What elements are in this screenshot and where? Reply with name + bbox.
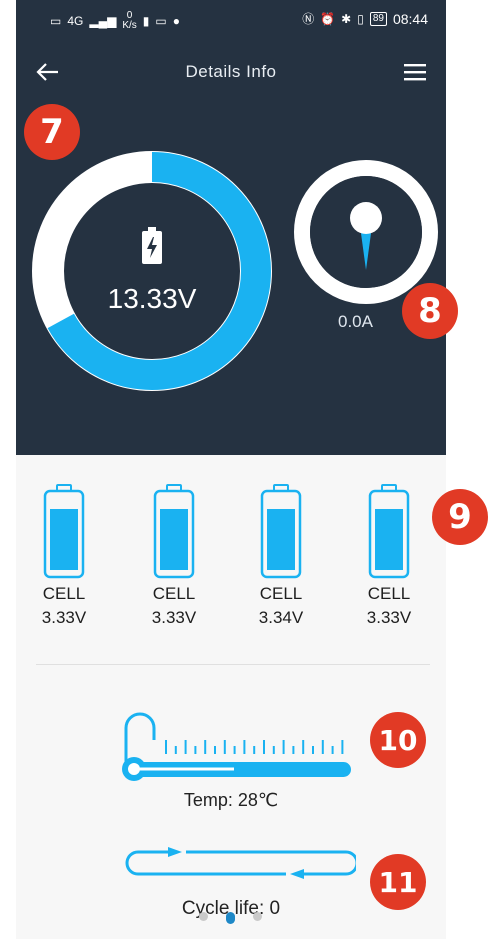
bluetooth-icon: ✱	[341, 12, 352, 26]
current-value: 0.0A	[338, 312, 373, 331]
voltage-readout: 13.33V	[24, 143, 280, 399]
battery-cell-icon	[153, 484, 195, 579]
signal-icon: ▂▄▆	[89, 14, 117, 28]
thermometer-icon	[122, 712, 351, 781]
screen-icon: ▭	[155, 14, 167, 28]
location-icon: ●	[172, 14, 180, 28]
cell-item: CELL 3.33V	[346, 484, 432, 628]
cell-item: CELL 3.33V	[21, 484, 107, 628]
cell-label: CELL	[367, 584, 411, 603]
network-type: 4G	[67, 14, 84, 28]
callout-badge-voltage: 7	[24, 104, 80, 160]
page-title: Details Info	[185, 62, 277, 81]
notification-icon: ▮	[142, 14, 150, 28]
speed-unit: K/s	[122, 20, 137, 31]
cell-voltage: 3.33V	[366, 608, 412, 627]
page-dot[interactable]	[199, 912, 208, 921]
battery-indicator: 89	[369, 12, 387, 26]
page-indicator	[199, 912, 262, 924]
status-right: Ⓝ ⏰ ✱ ▯ 89 08:44	[302, 11, 428, 27]
battery-cell-level	[267, 509, 295, 570]
hamburger-menu-icon	[404, 64, 426, 81]
callout-badge-cycle: 11	[370, 854, 426, 910]
cell-voltage: 3.34V	[258, 608, 304, 627]
cell-label: CELL	[42, 584, 86, 603]
battery-cell-level	[160, 509, 188, 570]
status-left: ▭ 4G ▂▄▆ 0 K/s ▮ ▭ ●	[50, 11, 180, 31]
network-speed: 0 K/s	[122, 11, 136, 31]
alarm-icon: ⏰	[320, 12, 336, 26]
summary-panel: ▭ 4G ▂▄▆ 0 K/s ▮ ▭ ● Ⓝ ⏰ ✱ ▯ 89 08:44 De…	[16, 0, 446, 455]
callout-badge-temperature: 10	[370, 712, 426, 768]
status-bar: ▭ 4G ▂▄▆ 0 K/s ▮ ▭ ● Ⓝ ⏰ ✱ ▯ 89 08:44	[16, 0, 446, 38]
callout-badge-current: 8	[402, 283, 458, 339]
battery-cell-icon	[368, 484, 410, 579]
top-app-bar: Details Info	[16, 52, 446, 92]
cycle-arrows-icon	[125, 847, 356, 879]
page-dot[interactable]	[226, 912, 235, 924]
cell-item: CELL 3.34V	[238, 484, 324, 628]
clock: 08:44	[392, 11, 428, 27]
cell-voltage: 3.33V	[151, 608, 197, 627]
cell-label: CELL	[259, 584, 303, 603]
battery-cell-level	[375, 509, 403, 570]
cell-voltage: 3.33V	[41, 608, 87, 627]
battery-cell-level	[50, 509, 78, 570]
voltage-value: 13.33V	[107, 283, 197, 314]
battery-cell-icon	[43, 484, 85, 579]
page-dot[interactable]	[253, 912, 262, 921]
nfc-icon: Ⓝ	[302, 12, 315, 26]
temperature-label: Temp: 28℃	[183, 790, 279, 810]
cell-label: CELL	[152, 584, 196, 603]
hd-icon: ▭	[50, 14, 62, 28]
app-screen: ▭ 4G ▂▄▆ 0 K/s ▮ ▭ ● Ⓝ ⏰ ✱ ▯ 89 08:44 De…	[16, 0, 446, 939]
cell-item: CELL 3.33V	[131, 484, 217, 628]
divider	[36, 664, 430, 665]
battery-charging-icon	[142, 227, 162, 264]
current-gauge	[294, 160, 438, 304]
vibrate-icon: ▯	[357, 12, 364, 26]
cell-list: CELL 3.33V CELL 3.33V CELL 3.34V CELL 3.33V	[16, 484, 446, 634]
battery-cell-icon	[260, 484, 302, 579]
callout-badge-cells: 9	[432, 489, 488, 545]
menu-button[interactable]	[402, 60, 428, 84]
